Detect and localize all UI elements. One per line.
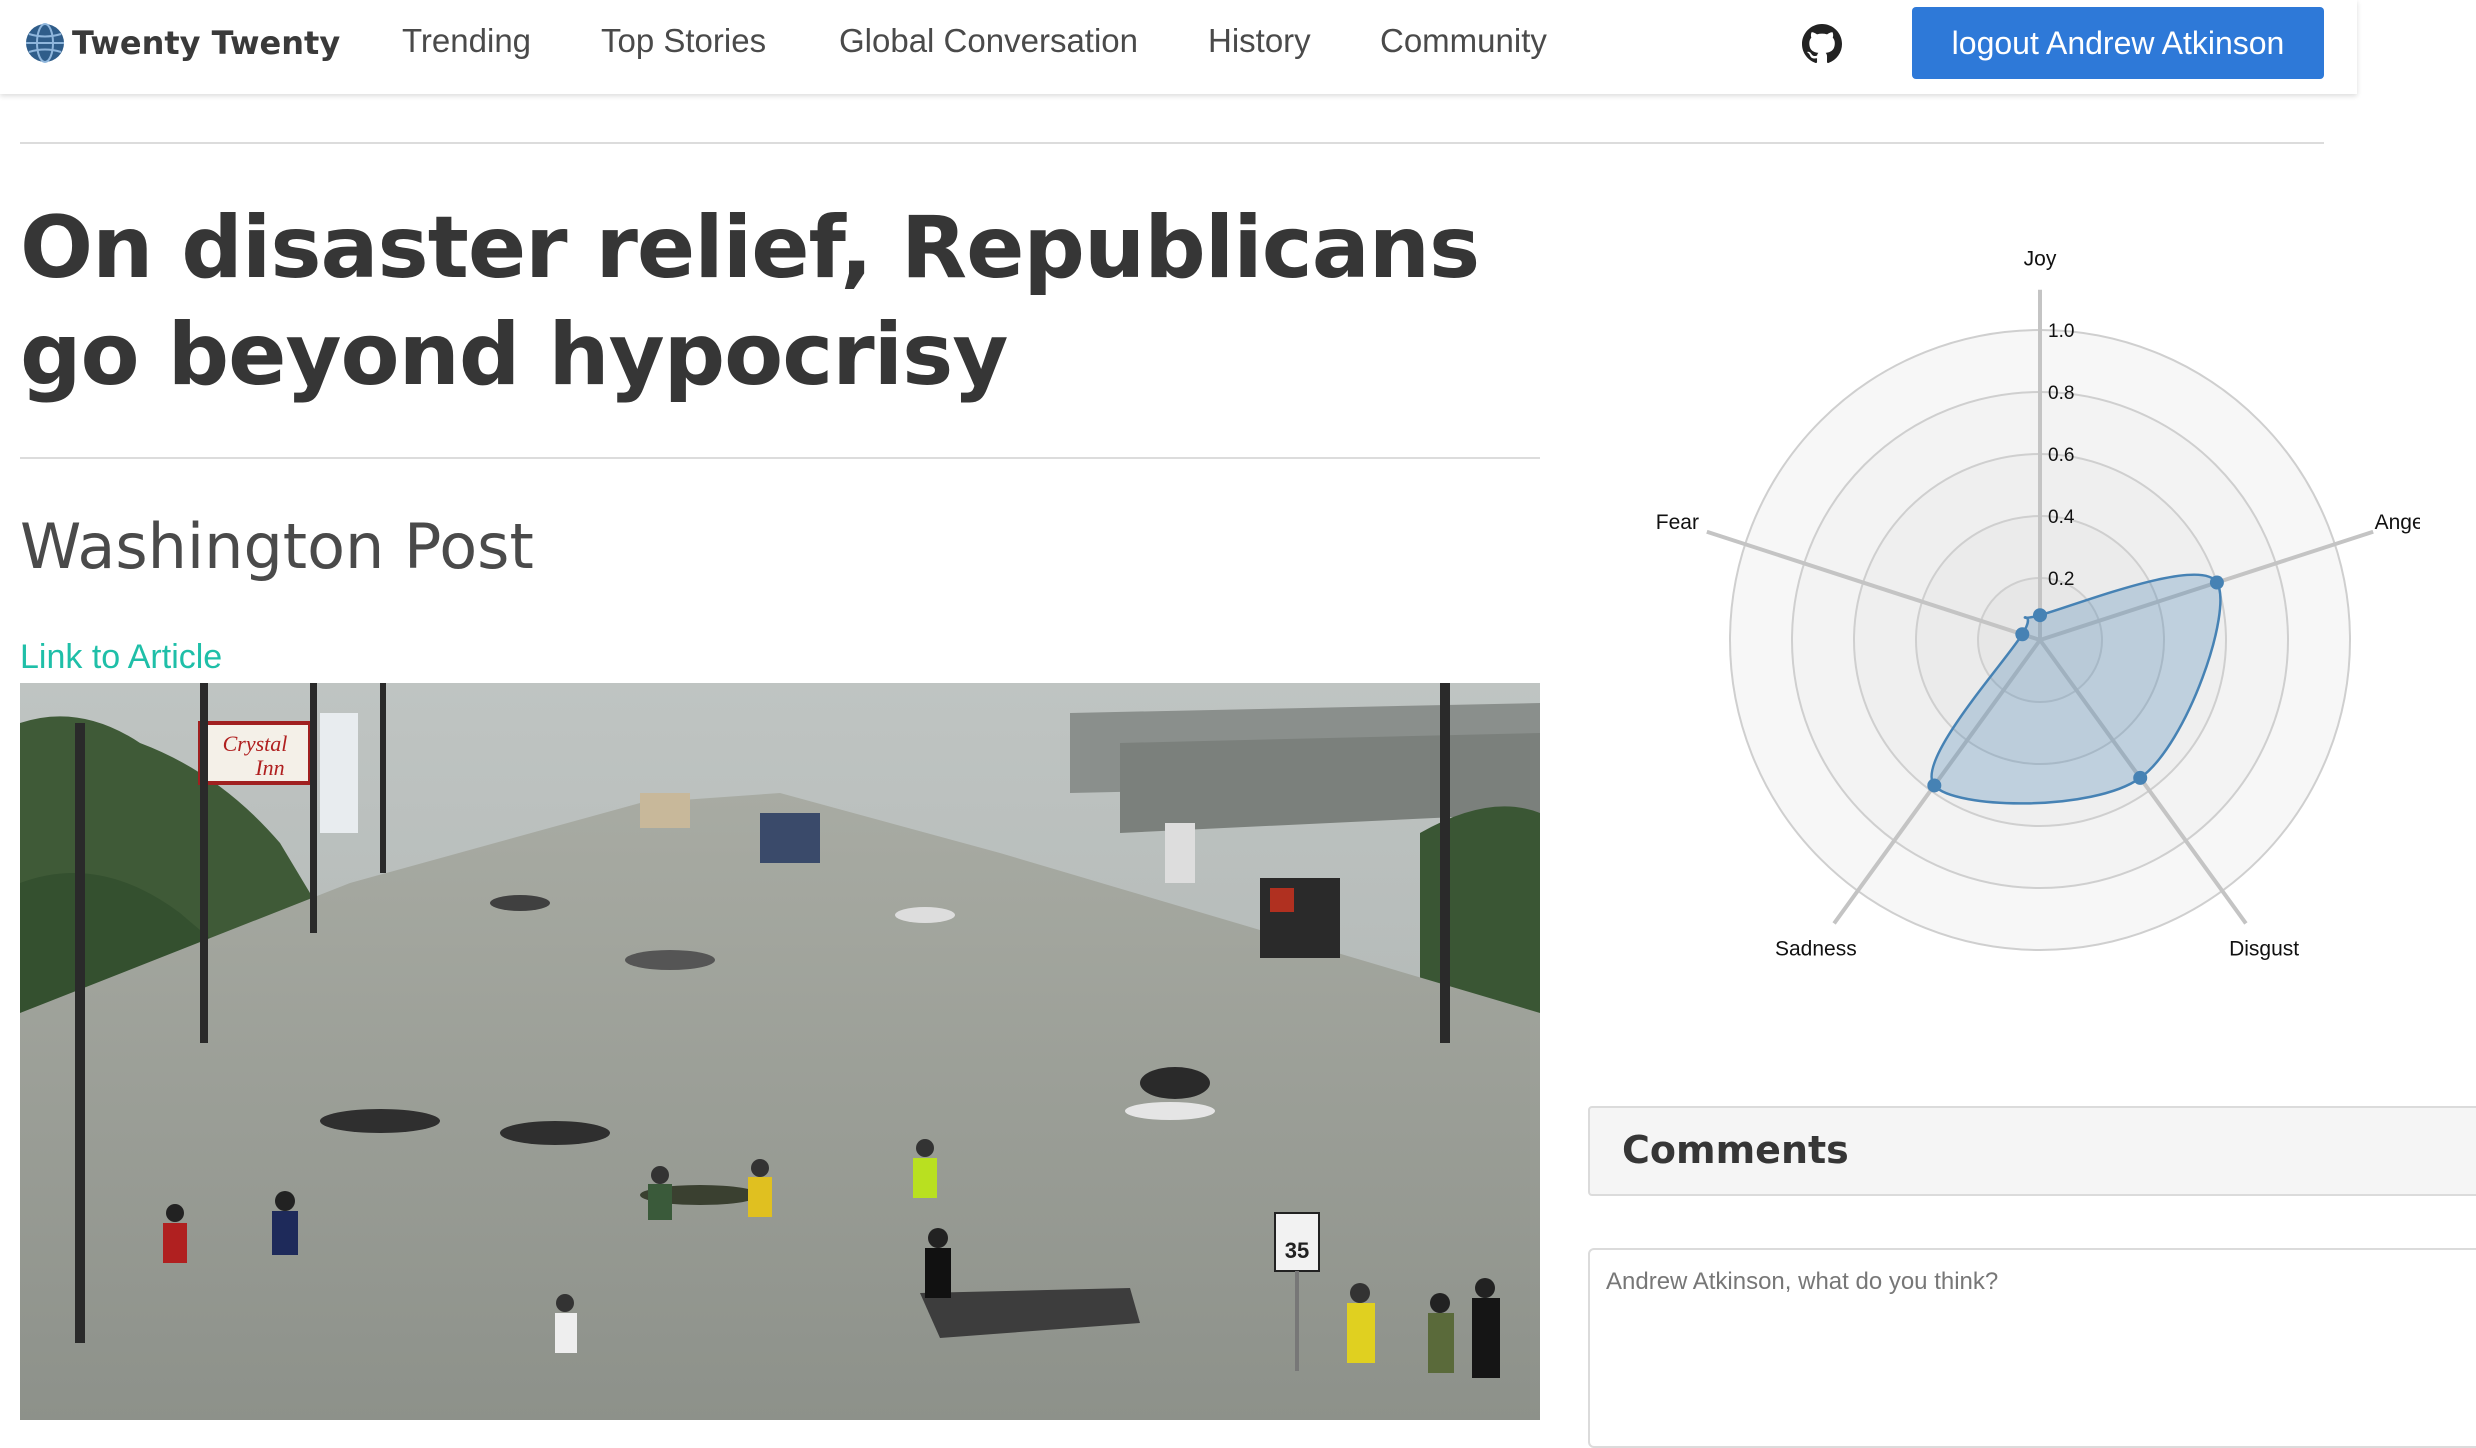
svg-text:35: 35 [1285,1238,1309,1263]
nav-top-stories[interactable]: Top Stories [601,22,766,60]
top-navbar: Twenty Twenty Trending Top Stories Globa… [0,0,2357,94]
radar-point [1927,778,1942,793]
radar-point [2015,627,2030,642]
article-headline: On disaster relief, Republicans go beyon… [20,198,1480,405]
top-divider [20,142,2324,144]
article-source: Washington Post [20,510,534,583]
article-photo: Crystal Inn 35 [20,683,1540,1420]
radar-axis-label: Joy [2024,248,2057,271]
globe-icon [26,23,64,63]
brand-name: Twenty Twenty [72,24,341,62]
radar-point [2133,770,2148,785]
radar-tick-label: 0.2 [2048,569,2074,590]
nav-history[interactable]: History [1208,22,1311,60]
comments-panel: Comments [1588,1106,2476,1196]
link-to-article[interactable]: Link to Article [20,638,222,677]
logout-button[interactable]: logout Andrew Atkinson [1912,7,2324,79]
radar-point [2209,575,2224,590]
emotion-radar-chart: 0.2 0.4 0.6 0.8 1.0 Joy Anger Disgust Sadness Fea… [1656,248,2420,961]
comments-title: Comments [1622,1128,1849,1172]
github-icon[interactable] [1802,24,1842,64]
headline-divider [20,457,1540,459]
radar-axis-label: Fear [1656,511,1699,534]
svg-text:Crystal: Crystal [223,731,288,756]
radar-axis-label: Anger [2375,511,2420,534]
radar-axis-label: Disgust [2229,937,2299,960]
radar-tick-label: 0.8 [2048,383,2074,404]
radar-point [2033,608,2047,623]
radar-tick-label: 0.6 [2048,445,2074,466]
svg-text:Inn: Inn [254,755,284,780]
nav-global-conversation[interactable]: Global Conversation [839,22,1138,60]
radar-axis-label: Sadness [1775,937,1857,960]
brand-logo[interactable]: Twenty Twenty [24,18,340,68]
nav-trending[interactable]: Trending [402,22,531,60]
radar-tick-label: 0.4 [2048,507,2075,528]
radar-tick-label: 1.0 [2048,321,2074,342]
nav-community[interactable]: Community [1380,22,1547,60]
comment-input[interactable] [1588,1248,2476,1448]
